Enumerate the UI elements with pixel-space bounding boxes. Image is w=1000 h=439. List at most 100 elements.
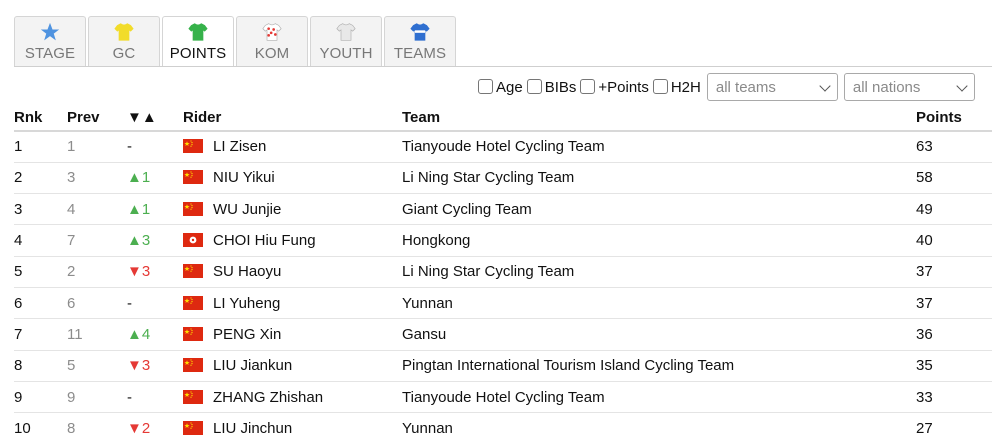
header-prev[interactable]: Prev (67, 104, 127, 132)
team-link[interactable]: Hongkong (402, 232, 470, 249)
team-link[interactable]: Tianyoude Hotel Cycling Team (402, 138, 605, 155)
team-link[interactable]: Tianyoude Hotel Cycling Team (402, 389, 605, 406)
rider-link[interactable]: SU Haoyu (213, 263, 281, 280)
points-cell: 49 (916, 193, 992, 226)
rider-cell: LIU Jiankun (183, 350, 402, 382)
team-link[interactable]: Yunnan (402, 295, 453, 312)
points-cell: 27 (916, 412, 992, 439)
header-team[interactable]: Team (402, 104, 916, 132)
rider-cell: PENG Xin (183, 318, 402, 351)
team-link[interactable]: Li Ning Star Cycling Team (402, 169, 574, 186)
table-row: 4 7 ▲3 CHOI Hiu Fung Hongkong 40 (14, 224, 992, 257)
tab-label: GC (112, 45, 136, 62)
rank-cell: 1 (14, 131, 67, 163)
polka-jersey-icon (261, 22, 283, 42)
nation-select[interactable]: all nations (843, 73, 975, 101)
china-flag-icon (183, 263, 213, 280)
rank-change-cell: ▼3 (127, 350, 183, 382)
rider-link[interactable]: LI Zisen (213, 138, 266, 155)
bibs-checkbox-group[interactable]: BIBs (526, 78, 577, 96)
china-flag-icon (183, 357, 213, 374)
rider-cell: LIU Jinchun (183, 412, 402, 439)
tab-label: STAGE (24, 45, 76, 62)
rank-cell: 10 (14, 412, 67, 439)
china-flag-icon (183, 326, 213, 343)
rank-cell: 8 (14, 350, 67, 382)
rank-change-cell: ▲3 (127, 224, 183, 257)
team-link[interactable]: Pingtan International Tourism Island Cyc… (402, 357, 734, 374)
prev-rank-cell: 1 (67, 131, 127, 163)
age-checkbox[interactable] (478, 78, 493, 94)
table-header-row: Rnk Prev ▼▲ Rider Team Points (14, 104, 992, 132)
points-cell: 35 (916, 350, 992, 382)
tab-label: KOM (254, 45, 290, 62)
china-flag-icon (183, 138, 213, 155)
rider-cell: LI Zisen (183, 131, 402, 163)
h2h-checkbox-group[interactable]: H2H (652, 78, 701, 96)
h2h-checkbox-label: H2H (670, 78, 701, 96)
points-standings-table: Rnk Prev ▼▲ Rider Team Points 1 1- LI Zise… (14, 104, 992, 439)
table-row: 6 6- LI Yuheng Yunnan 37 (14, 287, 992, 320)
blue-jersey-icon (409, 22, 431, 42)
rank-cell: 3 (14, 193, 67, 226)
rider-link[interactable]: NIU Yikui (213, 169, 275, 186)
rank-change-cell: - (127, 381, 183, 414)
points-cell: 37 (916, 256, 992, 288)
white-jersey-icon (335, 22, 357, 42)
rank-change-cell: - (127, 131, 183, 163)
rider-link[interactable]: CHOI Hiu Fung (213, 232, 316, 249)
team-link[interactable]: Yunnan (402, 420, 453, 437)
tabs-divider (14, 66, 992, 67)
tab-kom[interactable]: KOM (236, 16, 308, 66)
prev-rank-cell: 4 (67, 193, 127, 226)
table-row: 2 3 ▲1 NIU Yikui Li Ning Star Cycling Team 58 (14, 162, 992, 195)
points-checkbox[interactable] (580, 78, 596, 94)
points-cell: 36 (916, 318, 992, 351)
rider-link[interactable]: WU Junjie (213, 201, 281, 218)
rider-link[interactable]: LIU Jiankun (213, 357, 292, 374)
points-checkbox-group[interactable]: +Points (580, 78, 649, 96)
tab-youth[interactable]: YOUTH (310, 16, 382, 66)
tab-teams[interactable]: TEAMS (384, 16, 456, 66)
table-row: 1 1- LI Zisen Tianyoude Hotel Cycling Team 6… (14, 131, 992, 163)
classification-tabs: STAGE GC POINTS KOM YOUTH TEAMS (14, 16, 458, 67)
prev-rank-cell: 8 (67, 412, 127, 439)
tab-gc[interactable]: GC (88, 16, 160, 66)
team-link[interactable]: Li Ning Star Cycling Team (402, 263, 574, 280)
table-row: 10 8 ▼2 LIU Jinchun Yunnan 27 (14, 412, 992, 439)
rider-link[interactable]: ZHANG Zhishan (213, 389, 323, 406)
rank-cell: 5 (14, 256, 67, 288)
team-link[interactable]: Gansu (402, 326, 446, 343)
h2h-checkbox[interactable] (652, 78, 668, 94)
rider-link[interactable]: PENG Xin (213, 326, 281, 343)
header-rnk[interactable]: Rnk (14, 104, 67, 132)
header-points[interactable]: Points (916, 104, 992, 132)
team-link[interactable]: Giant Cycling Team (402, 201, 532, 218)
age-checkbox-group[interactable]: Age (478, 78, 523, 96)
header-rider[interactable]: Rider (183, 104, 402, 132)
rider-cell: WU Junjie (183, 193, 402, 226)
bibs-checkbox-label: BIBs (544, 78, 577, 96)
china-flag-icon (183, 389, 213, 406)
rider-link[interactable]: LI Yuheng (213, 295, 280, 312)
points-cell: 37 (916, 287, 992, 320)
nation-select-value: all nations (852, 78, 921, 96)
table-row: 3 4 ▲1 WU Junjie Giant Cycling Team 49 (14, 193, 992, 226)
prev-rank-cell: 6 (67, 287, 127, 320)
team-select[interactable]: all teams (706, 73, 838, 101)
rank-cell: 7 (14, 318, 67, 351)
table-row: 7 11 ▲4 PENG Xin Gansu 36 (14, 318, 992, 351)
rider-link[interactable]: LIU Jinchun (213, 420, 292, 437)
header-change[interactable]: ▼▲ (127, 104, 183, 132)
bibs-checkbox[interactable] (526, 78, 542, 94)
tab-stage[interactable]: STAGE (14, 16, 86, 66)
china-flag-icon (183, 201, 213, 218)
prev-rank-cell: 3 (67, 162, 127, 195)
points-cell: 58 (916, 162, 992, 195)
tab-label: POINTS (169, 45, 227, 62)
star-icon (39, 22, 61, 42)
filter-bar: Age BIBs +Points H2H all teams all natio… (478, 73, 975, 101)
rank-cell: 2 (14, 162, 67, 195)
tab-label: YOUTH (319, 45, 373, 62)
tab-points[interactable]: POINTS (162, 16, 234, 67)
